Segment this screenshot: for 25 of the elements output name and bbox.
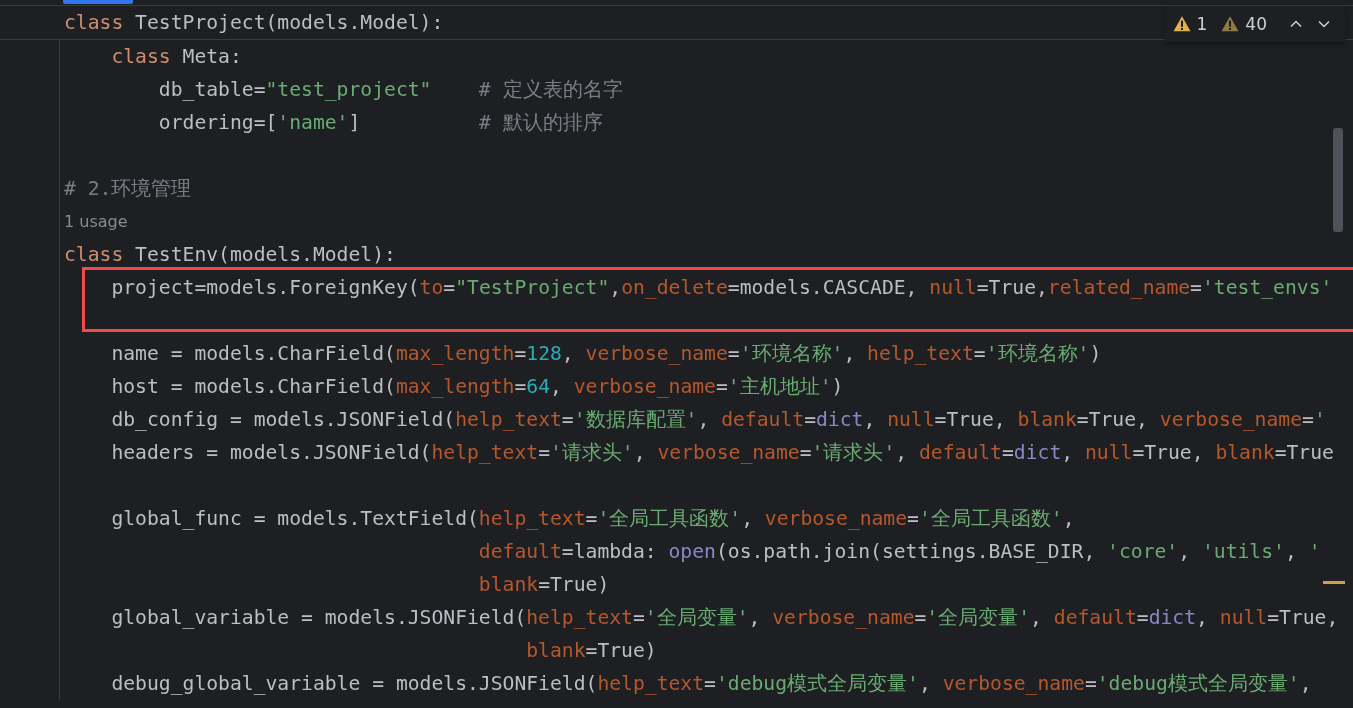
code-line: headers = models.JSONField(help_text='请求头', verbose_name='请求头', default=dict, null=True, blank=True [110,440,1334,465]
code-line: class TestProject(models.Model): [64,10,444,35]
code-line: default=lambda: open(os.path.join(settings.BASE_DIR, 'core', 'utils', ' [477,539,1321,564]
code-line: class TestEnv(models.Model): [64,242,396,267]
code-line: ordering=['name'] # 默认的排序 [157,110,603,135]
code-line: name = models.CharField(max_length=128, verbose_name='环境名称', help_text='环境名称') [110,341,1102,366]
code-line: db_table="test_project" # 定义表的名字 [157,77,623,102]
code-line: class Meta: [110,44,242,69]
warning-icon[interactable] [1221,15,1240,33]
code-line: project=models.ForeignKey(to="TestProject",on_delete=models.CASCADE, null=True,related_name='test_envs' [110,275,1333,300]
code-line: global_variable = models.JSONField(help_text='全局变量', verbose_name='全局变量', default=dict, null=True, [110,605,1339,630]
code-line: blank=True) [477,572,610,597]
warning-count: 40 [1245,14,1267,34]
scrollbar-thumb[interactable] [1333,128,1343,232]
code-line: host = models.CharField(max_length=64, verbose_name='主机地址') [110,374,844,399]
error-count: 1 [1196,14,1208,34]
code-line: debug_global_variable = models.JSONField(help_text='debug模式全局变量', verbose_name='debug模式全局变量', [110,671,1312,696]
code-line: blank=True) [525,638,657,663]
usage-hint[interactable]: 1 usage [64,211,128,232]
code-line: # 2.环境管理 [64,176,192,201]
warning-marker [1323,581,1345,584]
code-line: db_config = models.JSONField(help_text='数据库配置', default=dict, null=True, blank=True, verbose_name=' [110,407,1326,432]
code-line: global_func = models.TextField(help_text='全局工具函数', verbose_name='全局工具函数', [110,506,1075,531]
warning-icon[interactable] [1172,15,1191,33]
tab-indicator [63,0,133,4]
